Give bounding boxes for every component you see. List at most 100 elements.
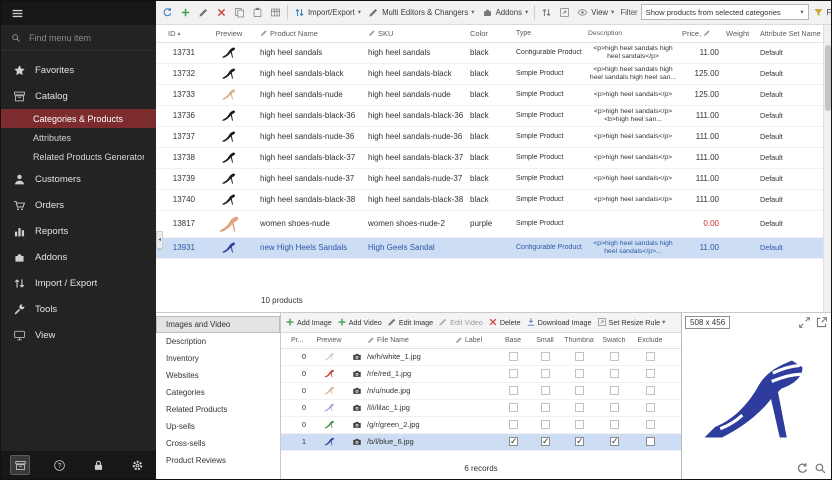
refresh-button[interactable] bbox=[159, 3, 176, 21]
small-checkbox[interactable] bbox=[541, 369, 550, 378]
col-label[interactable]: Label bbox=[453, 336, 497, 344]
base-checkbox[interactable] bbox=[509, 386, 518, 395]
hamburger-menu-icon[interactable] bbox=[11, 7, 24, 20]
col-position[interactable]: Pr... bbox=[289, 337, 309, 344]
product-row[interactable]: 13737high heel sandals-nude-36high heel … bbox=[156, 127, 831, 148]
filters-menu[interactable]: Filters ▾ bbox=[810, 3, 831, 21]
base-checkbox[interactable] bbox=[509, 437, 518, 446]
col-preview[interactable]: Preview bbox=[309, 337, 349, 344]
exclude-checkbox[interactable] bbox=[646, 403, 655, 412]
swatch-checkbox[interactable] bbox=[610, 437, 619, 446]
sidebar-item-customers[interactable]: Customers bbox=[1, 166, 156, 192]
columns-button[interactable] bbox=[267, 3, 284, 21]
copy-button[interactable] bbox=[231, 3, 248, 21]
swatch-checkbox[interactable] bbox=[610, 403, 619, 412]
download-image-button[interactable]: Download Image bbox=[524, 314, 594, 330]
thumb-checkbox[interactable] bbox=[575, 403, 584, 412]
product-row[interactable]: 13731high heel sandalshigh heel sandalsb… bbox=[156, 43, 831, 64]
category-filter-select[interactable]: Show products from selected categories ▾ bbox=[641, 4, 809, 20]
sidebar-item-import-export[interactable]: Import / Export bbox=[1, 270, 156, 296]
add-image-button[interactable]: Add Image bbox=[283, 314, 334, 330]
sidebar-item-addons[interactable]: Addons bbox=[1, 244, 156, 270]
help-button[interactable]: ? bbox=[49, 455, 69, 475]
import-export-menu[interactable]: Import/Export ▾ bbox=[291, 3, 364, 21]
swatch-checkbox[interactable] bbox=[610, 386, 619, 395]
product-row[interactable]: 13740high heel sandals-black-38high heel… bbox=[156, 190, 831, 211]
exclude-checkbox[interactable] bbox=[646, 437, 655, 446]
image-row[interactable]: 0/l/i/lilac_1.jpg bbox=[281, 400, 681, 417]
product-row[interactable]: 13738high heel sandals-black-37high heel… bbox=[156, 148, 831, 169]
lock-button[interactable] bbox=[88, 455, 108, 475]
product-row[interactable]: 13732high heel sandals-blackhigh heel sa… bbox=[156, 64, 831, 85]
sidebar-item-attributes[interactable]: Attributes bbox=[1, 128, 156, 147]
base-checkbox[interactable] bbox=[509, 403, 518, 412]
col-small[interactable]: Small bbox=[529, 337, 561, 344]
image-row[interactable]: 0/g/r/green_2.jpg bbox=[281, 417, 681, 434]
tab-product-reviews[interactable]: Product Reviews bbox=[156, 452, 280, 469]
sort-rows-button[interactable] bbox=[538, 3, 555, 21]
thumb-checkbox[interactable] bbox=[575, 369, 584, 378]
product-row[interactable]: ▸13931new High Heels SandalsHigh Geels S… bbox=[156, 238, 831, 259]
tab-description[interactable]: Description bbox=[156, 333, 280, 350]
small-checkbox[interactable] bbox=[541, 437, 550, 446]
col-exclude[interactable]: Exclude bbox=[631, 337, 669, 344]
product-row[interactable]: 13736high heel sandals-black-36high heel… bbox=[156, 106, 831, 127]
swatch-checkbox[interactable] bbox=[610, 420, 619, 429]
sidebar-item-catalog[interactable]: Catalog bbox=[1, 83, 156, 109]
base-checkbox[interactable] bbox=[509, 369, 518, 378]
small-checkbox[interactable] bbox=[541, 352, 550, 361]
tab-inventory[interactable]: Inventory bbox=[156, 350, 280, 367]
vertical-scrollbar[interactable] bbox=[823, 25, 831, 312]
swatch-checkbox[interactable] bbox=[610, 352, 619, 361]
gear-button[interactable] bbox=[127, 455, 147, 475]
exclude-checkbox[interactable] bbox=[646, 386, 655, 395]
sidebar-item-related-products-generator[interactable]: Related Products Generator bbox=[1, 147, 156, 166]
image-row[interactable]: 0/w/h/white_1.jpg bbox=[281, 349, 681, 366]
zoom-button[interactable] bbox=[814, 462, 827, 475]
base-checkbox[interactable] bbox=[509, 352, 518, 361]
sidebar-item-categories-products[interactable]: Categories & Products bbox=[1, 109, 156, 128]
edit-product-button[interactable] bbox=[195, 3, 212, 21]
edit-image-button[interactable]: Edit Image bbox=[385, 314, 435, 330]
scrollbar-thumb[interactable] bbox=[825, 45, 831, 111]
set-resize-rule-menu[interactable]: Set Resize Rule▾ bbox=[595, 314, 668, 330]
col-color[interactable]: Color bbox=[468, 29, 514, 38]
multi-editors-menu[interactable]: Multi Editors & Changers ▾ bbox=[365, 3, 478, 21]
exclude-checkbox[interactable] bbox=[646, 352, 655, 361]
image-row[interactable]: 0/r/e/red_1.jpg bbox=[281, 366, 681, 383]
view-menu[interactable]: View ▾ bbox=[574, 3, 617, 21]
exclude-checkbox[interactable] bbox=[646, 369, 655, 378]
delete-image-button[interactable]: Delete bbox=[486, 314, 523, 330]
exclude-checkbox[interactable] bbox=[646, 420, 655, 429]
col-preview[interactable]: Preview bbox=[200, 29, 258, 38]
product-row[interactable]: 13739high heel sandals-nude-37high heel … bbox=[156, 169, 831, 190]
col-thumbnail[interactable]: Thumbna bbox=[561, 337, 597, 344]
open-external-button[interactable] bbox=[815, 316, 828, 329]
collapse-panel-arrow[interactable]: ◂ bbox=[156, 231, 163, 249]
paste-button[interactable] bbox=[249, 3, 266, 21]
thumb-checkbox[interactable] bbox=[575, 420, 584, 429]
edit-video-button[interactable]: Edit Video bbox=[436, 314, 485, 330]
thumb-checkbox[interactable] bbox=[575, 437, 584, 446]
sidebar-item-orders[interactable]: Orders bbox=[1, 192, 156, 218]
add-video-button[interactable]: Add Video bbox=[335, 314, 384, 330]
tab-related-products[interactable]: Related Products bbox=[156, 401, 280, 418]
add-product-button[interactable] bbox=[177, 3, 194, 21]
tab-cross-sells[interactable]: Cross-sells bbox=[156, 435, 280, 452]
addons-menu[interactable]: Addons ▾ bbox=[479, 3, 532, 21]
col-id[interactable]: ID▴ bbox=[166, 29, 200, 38]
tab-categories[interactable]: Categories bbox=[156, 384, 280, 401]
small-checkbox[interactable] bbox=[541, 403, 550, 412]
sidebar-item-reports[interactable]: Reports bbox=[1, 218, 156, 244]
swatch-checkbox[interactable] bbox=[610, 369, 619, 378]
fullscreen-button[interactable] bbox=[798, 316, 811, 329]
col-weight[interactable]: Weight bbox=[724, 29, 758, 38]
col-description[interactable]: Description bbox=[586, 30, 680, 38]
tab-websites[interactable]: Websites bbox=[156, 367, 280, 384]
image-row[interactable]: 0/n/u/nude.jpg bbox=[281, 383, 681, 400]
col-swatch[interactable]: Swatch bbox=[597, 337, 631, 344]
base-checkbox[interactable] bbox=[509, 420, 518, 429]
rotate-button[interactable] bbox=[796, 462, 809, 475]
delete-product-button[interactable] bbox=[213, 3, 230, 21]
product-row[interactable]: 13733high heel sandals-nudehigh heel san… bbox=[156, 85, 831, 106]
